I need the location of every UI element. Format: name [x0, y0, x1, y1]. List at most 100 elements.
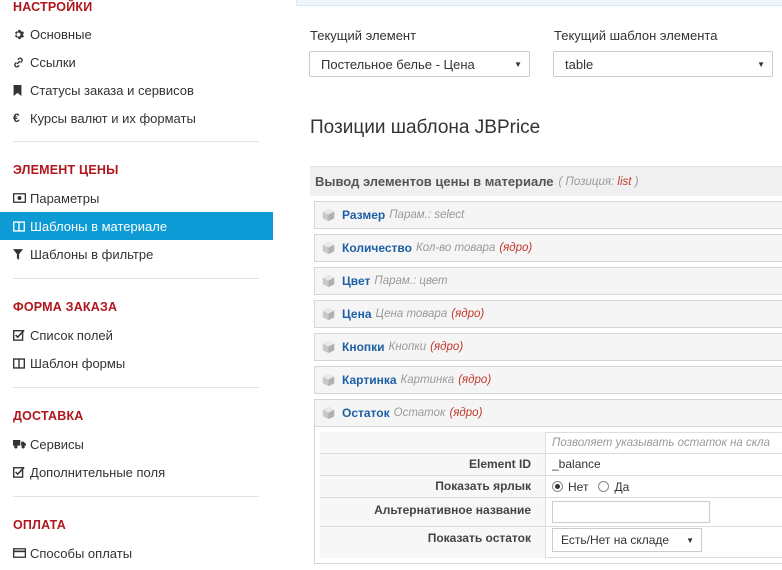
section-title-price-element: ЭЛЕМЕНТ ЦЕНЫ — [13, 163, 119, 177]
radio-yes[interactable]: Да — [598, 480, 629, 494]
element-hint: Позволяет указывать остаток на скла — [552, 436, 771, 449]
sidebar: НАСТРОЙКИ Основные Ссылки Статусы заказа… — [0, 0, 273, 570]
sidebar-item-services[interactable]: Сервисы — [0, 430, 273, 458]
chevron-down-icon: ▼ — [514, 60, 522, 69]
sidebar-item-currency-rates[interactable]: € Курсы валют и их форматы — [0, 104, 273, 132]
section-title-settings: НАСТРОЙКИ — [13, 0, 93, 14]
element-id-label: Element ID — [320, 453, 546, 475]
cube-icon — [321, 274, 336, 288]
hint-row: Позволяет указывать остаток на скла — [546, 432, 782, 453]
element-id-value: _balance — [546, 453, 782, 475]
alt-name-label: Альтернативное название — [320, 497, 546, 526]
element-row-quantity[interactable]: Количество Кол-во товара (ядро) — [314, 234, 782, 262]
element-name: Кнопки — [342, 340, 385, 354]
element-core: (ядро) — [458, 374, 492, 386]
radio-no[interactable]: Нет — [552, 480, 588, 494]
element-desc: Парам.: цвет — [374, 275, 448, 287]
panel-title: Вывод элементов цены в материале — [315, 174, 554, 189]
element-name: Цена — [342, 307, 372, 321]
truck-icon — [13, 439, 27, 449]
sidebar-item-label: Шаблоны в фильтре — [30, 246, 154, 262]
element-desc: Кнопки — [388, 341, 427, 353]
sidebar-item-label: Сервисы — [30, 436, 84, 452]
columns-icon — [13, 220, 27, 232]
element-core: (ядро) — [451, 308, 485, 320]
sidebar-item-label: Шаблоны в материале — [30, 218, 168, 234]
section-title-delivery: ДОСТАВКА — [13, 409, 84, 423]
element-row-image[interactable]: Картинка Картинка (ядро) — [314, 366, 782, 394]
radio-yes-label: Да — [614, 479, 630, 494]
bookmark-icon — [13, 84, 27, 96]
sidebar-item-order-statuses[interactable]: Статусы заказа и сервисов — [0, 76, 273, 104]
panel-position: ( Позиция: list ) — [559, 176, 639, 188]
element-desc: Картинка — [400, 374, 455, 386]
radio-no-dot[interactable] — [552, 481, 563, 492]
sidebar-item-payment-methods[interactable]: Способы оплаты — [0, 539, 273, 567]
sidebar-item-form-template[interactable]: Шаблон формы — [0, 349, 273, 377]
cube-icon — [321, 307, 336, 321]
element-desc: Остаток — [393, 407, 446, 419]
cube-icon — [321, 208, 336, 222]
chevron-down-icon: ▼ — [757, 60, 765, 69]
show-balance-value: Есть/Нет на складе — [561, 533, 670, 547]
sidebar-divider — [13, 141, 259, 142]
current-element-select[interactable]: Постельное белье - Цена ▼ — [309, 51, 530, 77]
show-label-label: Показать ярлык — [320, 475, 546, 497]
alt-name-input[interactable] — [552, 501, 710, 523]
element-row-price[interactable]: Цена Цена товара (ядро) — [314, 300, 782, 328]
element-row-balance[interactable]: Остаток Остаток (ядро) — [314, 399, 782, 427]
sidebar-item-label: Параметры — [30, 190, 100, 206]
sidebar-item-label: Статусы заказа и сервисов — [30, 82, 194, 98]
sidebar-item-parameters[interactable]: Параметры — [0, 184, 273, 212]
element-name: Цвет — [342, 274, 371, 288]
positions-panel-header: Вывод элементов цены в материале ( Позиц… — [310, 166, 782, 196]
sidebar-item-label: Список полей — [30, 327, 113, 343]
element-name: Размер — [342, 208, 386, 222]
sidebar-divider — [13, 278, 259, 279]
radio-yes-dot[interactable] — [598, 481, 610, 492]
sidebar-item-general[interactable]: Основные — [0, 20, 273, 48]
credit-card-icon — [13, 548, 27, 558]
link-icon — [13, 57, 27, 68]
sidebar-item-field-list[interactable]: Список полей — [0, 321, 273, 349]
checkbox-icon — [13, 329, 27, 341]
current-template-select[interactable]: table ▼ — [553, 51, 773, 77]
sidebar-item-templates-in-filter[interactable]: Шаблоны в фильтре — [0, 240, 273, 268]
sidebar-item-links[interactable]: Ссылки — [0, 48, 273, 76]
current-template-value: table — [565, 56, 594, 72]
show-label-radio-group: Нет Да — [546, 475, 782, 497]
sidebar-item-label: Способы оплаты — [30, 545, 133, 561]
element-name: Остаток — [342, 406, 390, 420]
sidebar-item-label: Шаблон формы — [30, 355, 126, 371]
cube-icon — [321, 241, 336, 255]
cube-icon — [321, 406, 336, 420]
element-row-size[interactable]: Размер Парам.: select — [314, 201, 782, 229]
radio-no-label: Нет — [568, 479, 589, 494]
sidebar-item-label: Основные — [30, 26, 92, 42]
sidebar-item-label: Курсы валют и их форматы — [30, 110, 196, 126]
euro-icon: € — [13, 111, 20, 125]
checkbox-icon — [13, 466, 27, 478]
element-row-color[interactable]: Цвет Парам.: цвет — [314, 267, 782, 295]
position-suffix: ) — [634, 175, 639, 188]
section-title-payment: ОПЛАТА — [13, 518, 66, 532]
element-core: (ядро) — [499, 242, 533, 254]
cube-icon — [321, 373, 336, 387]
cube-icon — [321, 340, 336, 354]
sidebar-item-templates-in-material[interactable]: Шаблоны в материале — [0, 212, 273, 240]
sidebar-item-additional-fields[interactable]: Дополнительные поля — [0, 458, 273, 486]
current-element-value: Постельное белье - Цена — [321, 56, 475, 72]
current-template-label: Текущий шаблон элемента — [554, 28, 718, 43]
current-element-label: Текущий элемент — [310, 28, 417, 43]
chevron-down-icon: ▼ — [686, 536, 694, 545]
element-name: Картинка — [342, 373, 397, 387]
element-desc: Парам.: select — [389, 209, 465, 221]
show-balance-select[interactable]: Есть/Нет на складе ▼ — [552, 528, 702, 552]
position-value: list — [617, 175, 632, 188]
element-name: Количество — [342, 241, 412, 255]
element-core: (ядро) — [449, 407, 483, 419]
sidebar-item-label: Дополнительные поля — [30, 464, 166, 480]
sidebar-divider — [13, 496, 259, 497]
element-desc: Цена товара — [375, 308, 448, 320]
element-row-buttons[interactable]: Кнопки Кнопки (ядро) — [314, 333, 782, 361]
